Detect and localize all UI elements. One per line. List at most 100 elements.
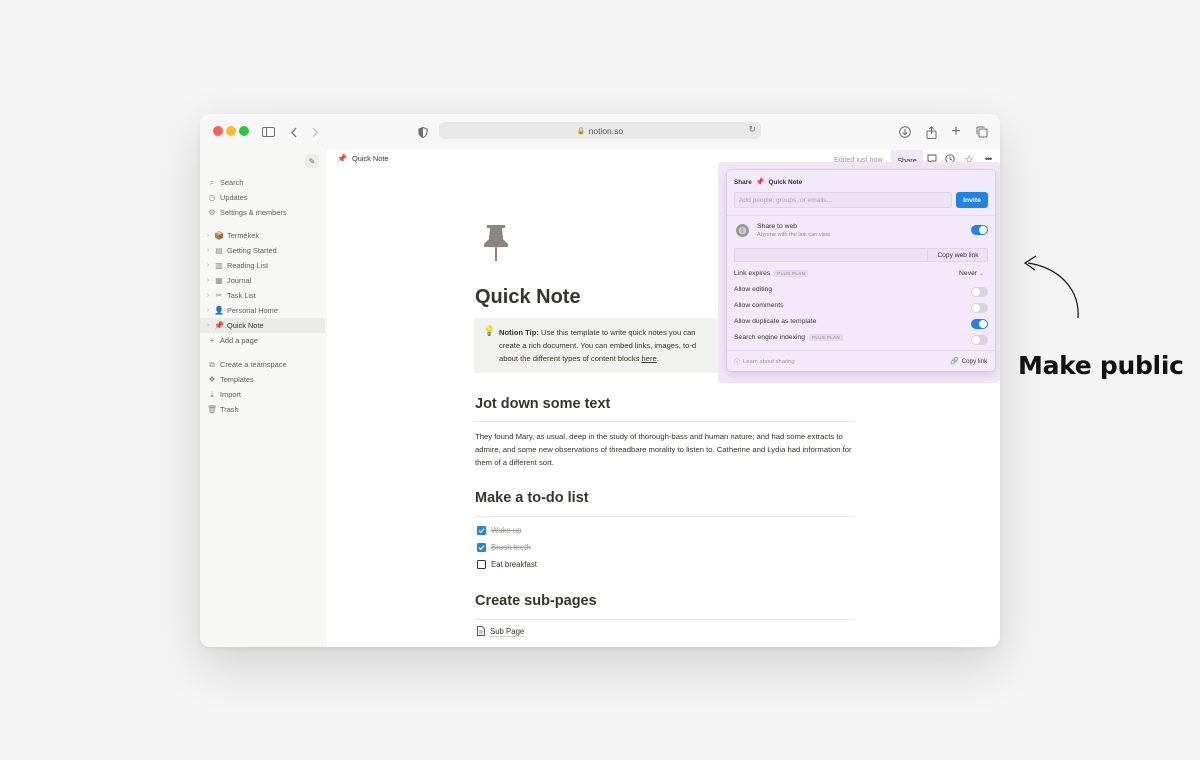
- sidebar-item-settings[interactable]: ⚙ Settings & members: [200, 205, 325, 220]
- chevron-right-icon[interactable]: ›: [203, 322, 213, 329]
- page-icon: ▤: [215, 246, 223, 255]
- sidebar-item-termekek[interactable]: › 📦 Termékek: [200, 228, 325, 243]
- address-bar[interactable]: 🔒 notion.so ↻: [439, 122, 761, 139]
- sidebar-toggle-icon[interactable]: [258, 122, 278, 142]
- browser-window: 🔒 notion.so ↻ + ✎ ⌕ Search ◷ Updates ⚙ S…: [200, 114, 1000, 647]
- help-icon: ⓘ: [734, 360, 741, 366]
- sidebar-item-updates[interactable]: ◷ Updates: [200, 190, 325, 205]
- new-page-icon[interactable]: ✎: [305, 154, 319, 168]
- breadcrumb[interactable]: 📌 Quick Note: [337, 154, 389, 163]
- checkbox-checked[interactable]: [477, 525, 486, 535]
- chevron-right-icon[interactable]: ›: [203, 232, 213, 239]
- paragraph-block[interactable]: They found Mary, as usual, deep in the s…: [475, 430, 860, 469]
- copy-web-link-button[interactable]: Copy web link: [927, 248, 988, 262]
- link-icon: 🔗: [950, 358, 959, 365]
- checkbox-checked[interactable]: [477, 542, 486, 552]
- sidebar-item-trash[interactable]: 🗑 Trash: [200, 402, 325, 417]
- link-expires-label: Link expires: [734, 270, 771, 277]
- sidebar-item-label: Templates: [220, 375, 254, 384]
- browser-toolbar: 🔒 notion.so ↻ +: [200, 114, 1000, 150]
- sidebar-item-reading-list[interactable]: › ▥ Reading List: [200, 258, 325, 273]
- todo-item[interactable]: Brush teeth: [477, 541, 531, 553]
- close-window-button[interactable]: [213, 126, 223, 136]
- toggle-knob: [972, 336, 980, 344]
- forward-icon[interactable]: [305, 122, 325, 142]
- copy-link-button[interactable]: 🔗 Copy link: [950, 357, 987, 366]
- sidebar-item-label: Personal Home: [227, 306, 278, 315]
- sidebar-item-create-teamspace[interactable]: ⧉ Create a teamspace: [200, 357, 325, 372]
- sidebar-item-search[interactable]: ⌕ Search: [200, 175, 325, 190]
- share-icon[interactable]: [921, 122, 941, 142]
- share-popup-label: Share: [734, 178, 752, 186]
- chevron-right-icon[interactable]: ›: [203, 247, 213, 254]
- sidebar-item-task-list[interactable]: › ✂ Task List: [200, 288, 325, 303]
- allow-editing-toggle[interactable]: [971, 287, 988, 297]
- person-icon: 👤: [214, 306, 224, 315]
- allow-comments-toggle[interactable]: [971, 303, 988, 313]
- sidebar-item-quick-note[interactable]: › 📌 Quick Note: [200, 318, 325, 333]
- sidebar-item-personal-home[interactable]: › 👤 Personal Home: [200, 303, 325, 318]
- heading-sub-pages[interactable]: Create sub-pages: [475, 593, 597, 609]
- sidebar-item-journal[interactable]: › ▦ Journal: [200, 273, 325, 288]
- reload-icon[interactable]: ↻: [748, 124, 756, 135]
- allow-duplicate-row: Allow duplicate as template: [734, 318, 816, 325]
- sidebar-item-label: Add a page: [220, 336, 258, 345]
- search-indexing-toggle[interactable]: [971, 335, 988, 345]
- sidebar-item-label: Journal: [227, 276, 252, 285]
- privacy-shield-icon[interactable]: [413, 122, 433, 142]
- checkbox-unchecked[interactable]: [477, 559, 486, 569]
- search-icon: ⌕: [209, 177, 215, 187]
- todo-label: Wake up: [491, 525, 522, 535]
- chevron-right-icon[interactable]: ›: [203, 262, 213, 269]
- download-icon[interactable]: [895, 122, 915, 142]
- sidebar-item-import[interactable]: ⤓ Import: [200, 387, 325, 402]
- add-page-button[interactable]: + Add a page: [200, 333, 325, 348]
- sidebar-item-label: Termékek: [227, 231, 260, 240]
- new-tab-icon[interactable]: +: [946, 122, 966, 142]
- invite-button[interactable]: Invite: [956, 192, 988, 208]
- zoom-window-button[interactable]: [239, 126, 249, 136]
- sub-page-link[interactable]: Sub Page: [477, 626, 525, 638]
- option-label: Allow editing: [734, 286, 773, 293]
- share-popup-header: Share 📌 Quick Note: [734, 178, 802, 187]
- callout-block[interactable]: 💡 Notion Tip: Use this template to write…: [474, 318, 729, 373]
- chevron-right-icon[interactable]: ›: [203, 307, 213, 314]
- search-indexing-row: Search engine indexing PLUS PLAN: [734, 334, 844, 341]
- callout-text[interactable]: Notion Tip: Use this template to write q…: [499, 326, 729, 365]
- annotation-label: Make public: [1018, 351, 1184, 380]
- plus-plan-badge: PLUS PLAN: [774, 270, 809, 277]
- plus-plan-badge: PLUS PLAN: [809, 334, 844, 341]
- allow-duplicate-toggle[interactable]: [971, 319, 988, 329]
- sidebar-item-templates[interactable]: ❖ Templates: [200, 372, 325, 387]
- share-to-web-toggle[interactable]: [971, 225, 988, 235]
- todo-item[interactable]: Eat breakfast: [477, 558, 537, 570]
- sidebar-item-label: Updates: [220, 193, 248, 202]
- invite-input[interactable]: Add people, groups, or emails...: [734, 192, 952, 208]
- tabs-overview-icon[interactable]: [972, 122, 992, 142]
- sidebar-item-getting-started[interactable]: › ▤ Getting Started: [200, 243, 325, 258]
- book-icon: ▥: [215, 261, 223, 270]
- sidebar-item-label: Create a teamspace: [220, 360, 287, 369]
- pin-icon: 📌: [755, 179, 765, 186]
- page-icon: [477, 626, 485, 638]
- plus-icon: +: [209, 336, 215, 345]
- todo-item[interactable]: Wake up: [477, 524, 521, 536]
- toggle-knob: [979, 226, 987, 234]
- back-icon[interactable]: [284, 122, 304, 142]
- heading-todo-list[interactable]: Make a to-do list: [475, 490, 589, 506]
- page-pin-icon[interactable]: [483, 224, 509, 267]
- minimize-window-button[interactable]: [226, 126, 236, 136]
- pin-icon: 📌: [337, 154, 347, 163]
- link-expires-select[interactable]: Never ⌄: [959, 270, 984, 277]
- sidebar-item-label: Trash: [220, 405, 239, 414]
- sidebar-item-label: Reading List: [227, 261, 269, 270]
- heading-jot-down[interactable]: Jot down some text: [475, 396, 610, 412]
- learn-about-sharing-link[interactable]: ⓘ Learn about sharing: [734, 357, 795, 367]
- callout-line-2: create a rich document. You can embed li…: [499, 341, 697, 350]
- annotation-arrow: [1023, 255, 1079, 319]
- chevron-right-icon[interactable]: ›: [203, 277, 213, 284]
- chevron-down-icon: ⌄: [979, 271, 985, 277]
- chevron-right-icon[interactable]: ›: [203, 292, 213, 299]
- callout-link[interactable]: here: [642, 354, 657, 363]
- page-title[interactable]: Quick Note: [475, 286, 581, 309]
